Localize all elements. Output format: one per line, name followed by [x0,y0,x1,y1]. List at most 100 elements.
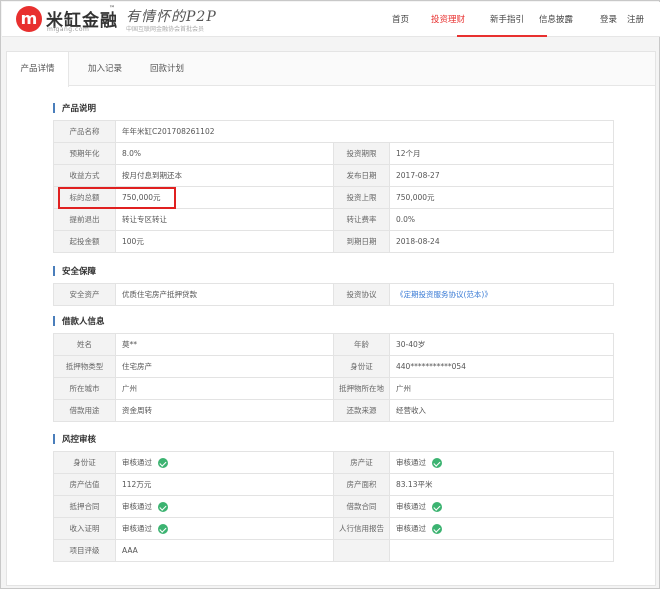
logo-domain: migang.com [47,26,90,33]
table-row: 借款用途 资金周转 还款来源 经营收入 [53,399,614,422]
cell-label: 借款用途 [53,399,116,422]
check-circle-icon [158,524,168,534]
cell-value: 经营收入 [389,399,614,422]
cell-value: 12个月 [389,142,614,165]
cell-value: 83.13平米 [389,473,614,496]
nav-disclosure[interactable]: 信息披露 [539,13,573,25]
table-row: 姓名 莫** 年龄 30-40岁 [53,333,614,356]
cell-label: 抵押合同 [53,495,116,518]
cell-value: 审核通过 [389,451,614,474]
cell-label: 收益方式 [53,164,116,187]
table-row: 抵押物类型 住宅房产 身份证 440***********054 [53,355,614,378]
table-row: 产品名称 年年米缸C201708261102 [53,120,614,143]
risk-table: 身份证 审核通过 房产证 审核通过 房产估值 112万元 房产面积 83.13平… [53,451,614,562]
nav-active-indicator [457,35,547,37]
slogan-sub: 中国互联网金融协会首批会员 [126,26,205,33]
section-title-security: 安全保障 [53,265,96,277]
tab-product-details[interactable]: 产品详情 [7,52,69,87]
cell-label: 提前退出 [53,208,116,231]
register-link[interactable]: 注册 [627,13,644,25]
section-title-product: 产品说明 [53,102,96,114]
tab-join-records[interactable]: 加入记录 [77,52,133,86]
cell-value: 审核通过 [115,495,334,518]
table-row: 收益方式 按月付息到期还本 发布日期 2017-08-27 [53,164,614,187]
cell-label: 项目评级 [53,539,116,562]
table-row: 收入证明 审核通过 人行信用报告 审核通过 [53,517,614,540]
cell-value: 750,000元 [389,186,614,209]
cell-value: 100元 [115,230,334,253]
cell-label: 人行信用报告 [333,517,390,540]
check-circle-icon [432,502,442,512]
security-table: 安全资产 优质住宅房产抵押贷款 投资协议 《定期投资服务协议(范本)》 [53,283,614,306]
check-circle-icon [432,458,442,468]
cell-label: 房产估值 [53,473,116,496]
check-circle-icon [158,458,168,468]
table-row: 身份证 审核通过 房产证 审核通过 [53,451,614,474]
logo-icon[interactable]: m [16,6,42,32]
cell-label: 预期年化 [53,142,116,165]
section-title-borrower: 借款人信息 [53,315,105,327]
cell-label: 身份证 [53,451,116,474]
cell-value: 440***********054 [389,355,614,378]
table-row: 抵押合同 审核通过 借款合同 审核通过 [53,495,614,518]
cell-label: 身份证 [333,355,390,378]
table-row: 预期年化 8.0% 投资期限 12个月 [53,142,614,165]
cell-value: 审核通过 [115,451,334,474]
cell-label: 发布日期 [333,164,390,187]
cell-value: 莫** [115,333,334,356]
cell-label: 投资上限 [333,186,390,209]
cell-label: 收入证明 [53,517,116,540]
cell-label: 姓名 [53,333,116,356]
cell-label: 房产证 [333,451,390,474]
slogan: 有情怀的P2P [126,9,217,25]
table-row: 项目评级 AAA [53,539,614,562]
cell-value: 审核通过 [115,517,334,540]
cell-label: 抵押物类型 [53,355,116,378]
table-row: 房产估值 112万元 房产面积 83.13平米 [53,473,614,496]
cell-value: 2018-08-24 [389,230,614,253]
tab-repayment-plan[interactable]: 回款计划 [137,52,197,86]
cell-label [333,539,390,562]
agreement-link[interactable]: 《定期投资服务协议(范本)》 [389,283,614,306]
cell-label: 所在城市 [53,377,116,400]
cell-value: 资金周转 [115,399,334,422]
check-circle-icon [432,524,442,534]
status-text: 审核通过 [396,524,426,533]
page-frame: m 米缸金融 ™ migang.com 有情怀的P2P 中国互联网金融协会首批会… [0,0,660,589]
check-circle-icon [158,502,168,512]
cell-value: 年年米缸C201708261102 [115,120,614,143]
cell-value: 0.0% [389,208,614,231]
section-title-risk: 风控审核 [53,433,96,445]
cell-label: 起投金额 [53,230,116,253]
tab-bar: 产品详情 加入记录 回款计划 [7,52,655,87]
logo-trademark: ™ [109,5,115,12]
cell-label: 抵押物所在地 [333,377,390,400]
nav-invest[interactable]: 投资理财 [431,13,465,25]
cell-label: 还款来源 [333,399,390,422]
cell-value: 30-40岁 [389,333,614,356]
cell-value [389,539,614,562]
borrower-table: 姓名 莫** 年龄 30-40岁 抵押物类型 住宅房产 身份证 440*****… [53,333,614,422]
nav-guide[interactable]: 新手指引 [490,13,524,25]
site-header: m 米缸金融 ™ migang.com 有情怀的P2P 中国互联网金融协会首批会… [2,2,660,37]
cell-value: AAA [115,539,334,562]
cell-value: 按月付息到期还本 [115,164,334,187]
cell-value: 转让专区转让 [115,208,334,231]
cell-value: 审核通过 [389,495,614,518]
cell-label: 房产面积 [333,473,390,496]
table-row: 提前退出 转让专区转让 转让费率 0.0% [53,208,614,231]
cell-label: 投资协议 [333,283,390,306]
cell-value: 广州 [389,377,614,400]
nav-home[interactable]: 首页 [392,13,409,25]
status-text: 审核通过 [122,524,152,533]
cell-value: 广州 [115,377,334,400]
login-link[interactable]: 登录 [600,13,617,25]
status-text: 审核通过 [396,458,426,467]
status-text: 审核通过 [122,502,152,511]
cell-value: 审核通过 [389,517,614,540]
cell-label: 投资期限 [333,142,390,165]
cell-label: 年龄 [333,333,390,356]
cell-value: 住宅房产 [115,355,334,378]
cell-label: 产品名称 [53,120,116,143]
table-row: 起投金额 100元 到期日期 2018-08-24 [53,230,614,253]
